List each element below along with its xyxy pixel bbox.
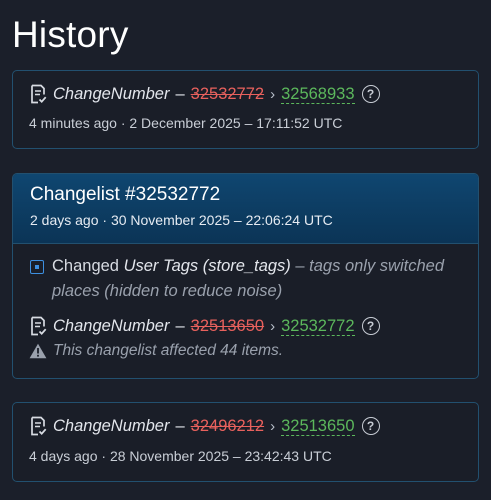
change-number-row: ChangeNumber – 32513650 › 32532772 ? bbox=[29, 314, 462, 338]
changed-prefix: Changed bbox=[52, 257, 119, 275]
history-entry: ChangeNumber – 32532772 › 32568933 ? 4 m… bbox=[12, 70, 479, 149]
old-value: 32513650 bbox=[190, 316, 265, 335]
arrow-separator: › bbox=[270, 417, 276, 435]
old-value: 32532772 bbox=[190, 84, 265, 103]
change-number-label: ChangeNumber bbox=[53, 316, 170, 335]
help-circle-icon[interactable]: ? bbox=[361, 85, 380, 103]
changed-field-icon bbox=[30, 260, 44, 274]
changelist-header: Changelist #32532772 2 days ago · 30 Nov… bbox=[13, 174, 478, 244]
changelist-body: Changed User Tags (store_tags) – tags on… bbox=[13, 244, 478, 362]
changelist-entry: Changelist #32532772 2 days ago · 30 Nov… bbox=[12, 173, 479, 379]
changelist-timestamp: 2 days ago · 30 November 2025 – 22:06:24… bbox=[30, 212, 333, 228]
old-value: 32496212 bbox=[190, 416, 265, 435]
changed-field-name: User Tags (store_tags) bbox=[123, 257, 291, 275]
help-circle-icon[interactable]: ? bbox=[361, 317, 380, 335]
entry-timestamp: 4 minutes ago · 2 December 2025 – 17:11:… bbox=[29, 115, 343, 131]
changed-text: Changed User Tags (store_tags) – tags on… bbox=[52, 254, 462, 304]
new-value-link[interactable]: 32532772 bbox=[281, 317, 355, 336]
change-number-row: ChangeNumber – 32496212 › 32513650 ? bbox=[29, 414, 462, 438]
help-circle-icon[interactable]: ? bbox=[361, 417, 380, 435]
changelist-title[interactable]: Changelist #32532772 bbox=[30, 184, 461, 206]
arrow-separator: › bbox=[270, 317, 276, 335]
arrow-separator: › bbox=[270, 85, 276, 103]
change-number-row: ChangeNumber – 32532772 › 32568933 ? bbox=[29, 82, 462, 106]
document-check-icon bbox=[31, 84, 47, 104]
entry-timestamp: 4 days ago · 28 November 2025 – 23:42:43… bbox=[29, 448, 332, 464]
changed-dash: – bbox=[295, 257, 305, 275]
history-entry: ChangeNumber – 32496212 › 32513650 ? 4 d… bbox=[12, 402, 479, 482]
change-number-label: ChangeNumber bbox=[53, 416, 170, 435]
change-number-label: ChangeNumber bbox=[53, 84, 170, 103]
warning-icon bbox=[29, 343, 47, 359]
changed-field-line: Changed User Tags (store_tags) – tags on… bbox=[29, 254, 462, 304]
separator-dash: – bbox=[175, 316, 185, 335]
separator-dash: – bbox=[175, 416, 185, 435]
warning-text: This changelist affected 44 items. bbox=[53, 342, 284, 359]
separator-dash: – bbox=[175, 84, 185, 103]
new-value-link[interactable]: 32513650 bbox=[281, 417, 355, 436]
document-check-icon bbox=[31, 416, 47, 436]
new-value-link[interactable]: 32568933 bbox=[281, 85, 355, 104]
warning-line: This changelist affected 44 items. bbox=[29, 340, 462, 362]
document-check-icon bbox=[31, 316, 47, 336]
page-title: History bbox=[12, 14, 129, 55]
